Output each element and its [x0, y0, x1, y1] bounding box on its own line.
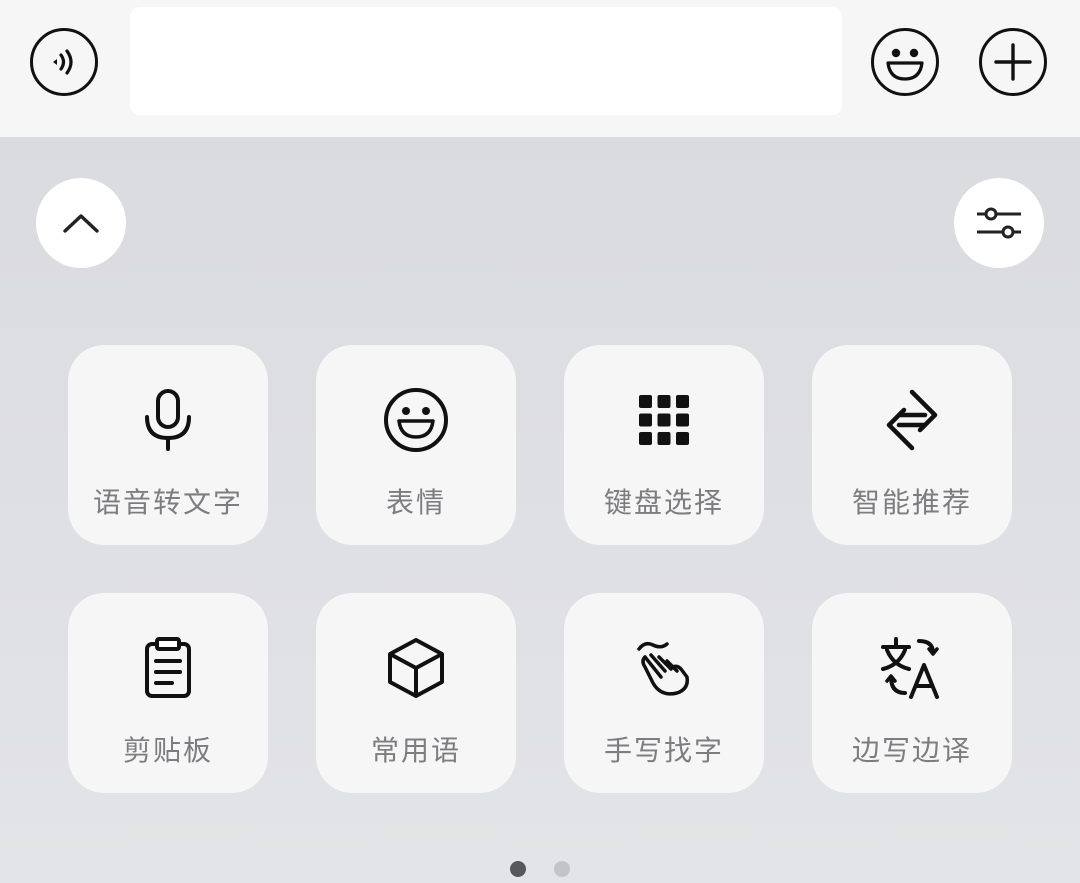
collapse-button[interactable] [36, 178, 126, 268]
tile-handwriting[interactable]: 手写找字 [564, 593, 764, 793]
toolbar-panel: 语音转文字 表情 键盘选择 智能推荐 剪贴板 常用语 手写找字 边写边译 [0, 137, 1080, 883]
microphone-icon [135, 387, 201, 453]
voice-input-button[interactable] [30, 28, 98, 96]
tile-keyboard-select[interactable]: 键盘选择 [564, 345, 764, 545]
page-dot-active[interactable] [510, 861, 526, 877]
translate-icon [879, 635, 945, 701]
sliders-icon [977, 207, 1021, 239]
tile-label: 语音转文字 [92, 486, 243, 519]
voice-wave-icon [53, 49, 73, 75]
smiley-icon [383, 387, 449, 453]
tile-label: 表情 [385, 486, 446, 519]
tile-label: 边写边译 [851, 734, 972, 767]
emoji-button[interactable] [871, 28, 939, 96]
tile-label: 智能推荐 [851, 486, 972, 519]
tile-write-translate[interactable]: 边写边译 [812, 593, 1012, 793]
tile-label: 手写找字 [603, 734, 724, 767]
tile-clipboard[interactable]: 剪贴板 [68, 593, 268, 793]
tile-label: 键盘选择 [603, 486, 724, 519]
tile-voice-to-text[interactable]: 语音转文字 [68, 345, 268, 545]
more-button[interactable] [979, 28, 1047, 96]
clipboard-icon [135, 635, 201, 701]
chevron-up-icon [63, 214, 99, 233]
handwriting-hand-icon [631, 635, 697, 701]
tile-emoji[interactable]: 表情 [316, 345, 516, 545]
input-bar [0, 0, 1080, 137]
plus-icon [994, 43, 1032, 81]
cube-icon [383, 635, 449, 701]
tile-common-phrases[interactable]: 常用语 [316, 593, 516, 793]
tile-smart-recommend[interactable]: 智能推荐 [812, 345, 1012, 545]
message-input[interactable] [130, 7, 842, 115]
settings-button[interactable] [954, 178, 1044, 268]
page-dot[interactable] [554, 861, 570, 877]
smart-recommend-icon [879, 387, 945, 453]
tile-label: 剪贴板 [122, 734, 213, 767]
smiley-icon [886, 48, 924, 81]
keypad-grid-icon [631, 387, 697, 453]
tile-label: 常用语 [370, 734, 461, 767]
